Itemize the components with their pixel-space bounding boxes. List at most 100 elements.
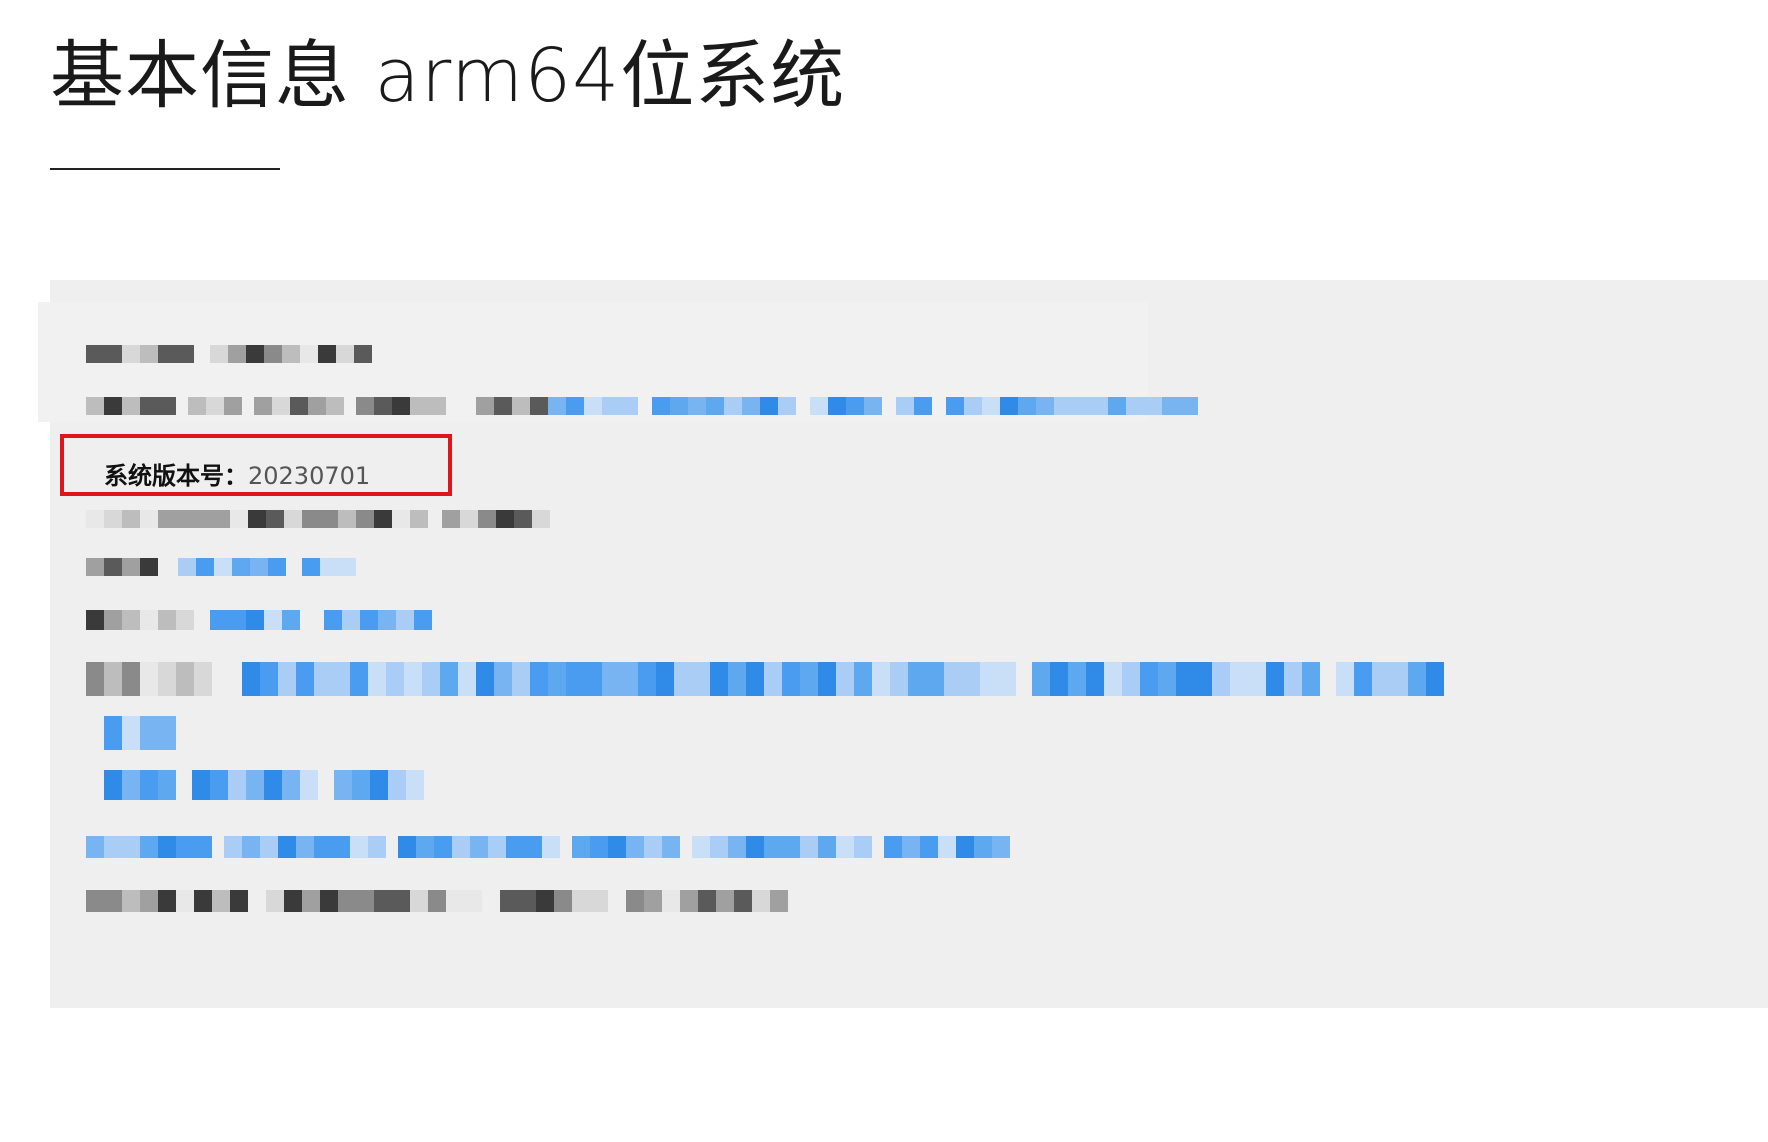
- redacted-pixel: [158, 836, 176, 858]
- redacted-pixel: [122, 510, 140, 528]
- redacted-gap: [1016, 670, 1032, 688]
- redacted-pixel: [388, 770, 406, 800]
- redacted-pixel: [140, 662, 158, 696]
- redacted-pixel: [264, 610, 282, 630]
- redacted-pixel: [392, 397, 410, 415]
- redacted-pixel: [854, 662, 872, 696]
- redacted-pixel: [242, 662, 260, 696]
- redacted-pixel: [476, 662, 494, 696]
- redacted-pixel: [290, 397, 308, 415]
- redacted-pixel: [176, 510, 194, 528]
- redacted-pixel: [302, 558, 320, 576]
- redacted-pixel: [1266, 662, 1284, 696]
- redacted-gap: [300, 611, 324, 629]
- redacted-pixel: [488, 836, 506, 858]
- redacted-pixel: [248, 510, 266, 528]
- redacted-pixel: [760, 397, 778, 415]
- redacted-gap: [560, 838, 572, 856]
- redacted-pixel: [104, 610, 122, 630]
- redacted-pixel: [1122, 662, 1140, 696]
- redacted-pixel: [158, 345, 176, 363]
- redacted-row-7[interactable]: [104, 716, 176, 750]
- redacted-pixel: [1408, 662, 1426, 696]
- redacted-pixel: [670, 397, 688, 415]
- redacted-pixel: [494, 397, 512, 415]
- redacted-pixel: [530, 662, 548, 696]
- redacted-pixel: [656, 662, 674, 696]
- redacted-pixel: [374, 397, 392, 415]
- redacted-pixel: [140, 890, 158, 912]
- redacted-pixel: [572, 836, 590, 858]
- redacted-pixel: [392, 890, 410, 912]
- redacted-pixel: [368, 836, 386, 858]
- redacted-pixel: [944, 662, 962, 696]
- redacted-pixel: [1104, 662, 1122, 696]
- redacted-pixel: [920, 836, 938, 858]
- redacted-pixel: [356, 397, 374, 415]
- redacted-pixel: [246, 345, 264, 363]
- redacted-pixel: [512, 662, 530, 696]
- redacted-pixel: [314, 662, 332, 696]
- redacted-pixel: [706, 397, 724, 415]
- redacted-pixel: [620, 662, 638, 696]
- redacted-pixel: [282, 610, 300, 630]
- redacted-pixel: [530, 397, 548, 415]
- redacted-pixel: [158, 716, 176, 750]
- redacted-pixel: [140, 510, 158, 528]
- redacted-pixel: [980, 662, 998, 696]
- redacted-pixel: [104, 662, 122, 696]
- redacted-pixel: [206, 397, 224, 415]
- redacted-pixel: [692, 662, 710, 696]
- title-underline: [50, 168, 280, 170]
- redacted-pixel: [828, 397, 846, 415]
- redacted-pixel: [548, 662, 566, 696]
- redacted-pixel: [864, 397, 882, 415]
- redacted-pixel: [122, 836, 140, 858]
- redacted-pixel: [1194, 662, 1212, 696]
- redacted-pixel: [86, 510, 104, 528]
- redacted-row-2: [86, 397, 1198, 415]
- redacted-pixel: [176, 345, 194, 363]
- redacted-pixel: [176, 610, 194, 630]
- redacted-pixel: [1176, 662, 1194, 696]
- redacted-row-6[interactable]: [86, 662, 1444, 696]
- redacted-pixel: [356, 510, 374, 528]
- redacted-pixel: [652, 397, 670, 415]
- redacted-pixel: [1050, 662, 1068, 696]
- redacted-pixel: [1140, 662, 1158, 696]
- redacted-pixel: [210, 770, 228, 800]
- redacted-pixel: [1068, 662, 1086, 696]
- redacted-row-8[interactable]: [104, 770, 424, 800]
- redacted-pixel: [428, 890, 446, 912]
- redacted-pixel: [228, 770, 246, 800]
- redacted-pixel: [326, 397, 344, 415]
- redacted-pixel: [278, 836, 296, 858]
- redacted-pixel: [214, 558, 232, 576]
- redacted-pixel: [194, 510, 212, 528]
- redacted-row-9[interactable]: [86, 836, 1010, 858]
- redacted-pixel: [176, 890, 194, 912]
- redacted-pixel: [674, 662, 692, 696]
- redacted-pixel: [104, 510, 122, 528]
- redacted-pixel: [410, 890, 428, 912]
- redacted-pixel: [338, 890, 356, 912]
- redacted-pixel: [370, 770, 388, 800]
- redacted-pixel: [770, 890, 788, 912]
- redacted-pixel: [602, 397, 620, 415]
- redacted-pixel: [338, 558, 356, 576]
- redacted-pixel: [140, 610, 158, 630]
- redacted-pixel: [300, 770, 318, 800]
- redacted-pixel: [778, 397, 796, 415]
- redacted-row-5[interactable]: [86, 610, 432, 630]
- redacted-pixel: [336, 345, 354, 363]
- redacted-gap: [318, 776, 334, 794]
- redacted-pixel: [710, 662, 728, 696]
- redacted-pixel: [392, 510, 410, 528]
- redacted-pixel: [974, 836, 992, 858]
- redacted-pixel: [644, 890, 662, 912]
- redacted-pixel: [728, 836, 746, 858]
- redacted-row-4[interactable]: [86, 558, 356, 576]
- redacted-pixel: [86, 662, 104, 696]
- redacted-pixel: [746, 836, 764, 858]
- redacted-pixel: [1158, 662, 1176, 696]
